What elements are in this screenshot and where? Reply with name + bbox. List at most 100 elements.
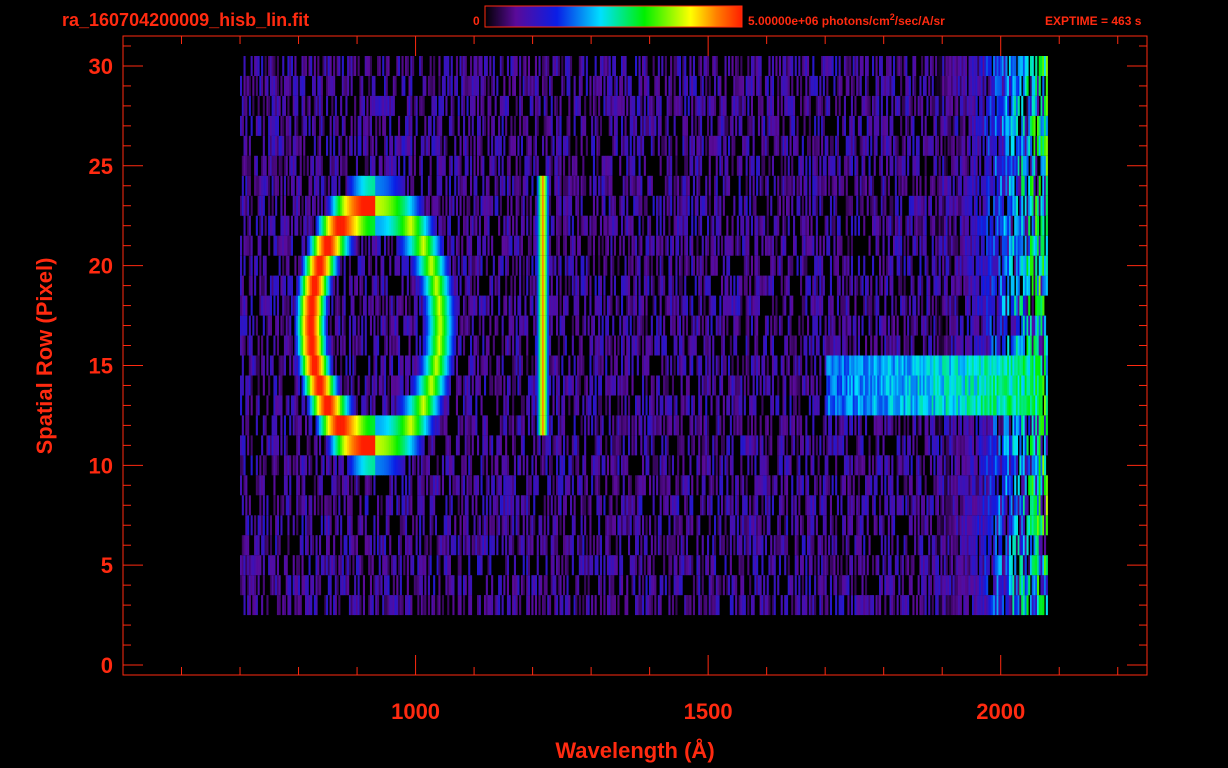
heatmap-cell — [520, 575, 523, 596]
heatmap-cell — [464, 395, 467, 416]
heatmap-cell — [326, 495, 329, 516]
heatmap-cell — [262, 295, 265, 316]
heatmap-cell — [269, 515, 272, 536]
heatmap-cell — [566, 295, 569, 316]
heatmap-cell — [278, 535, 281, 556]
heatmap-cell — [742, 575, 745, 596]
heatmap-cell — [842, 375, 845, 396]
heatmap-cell — [917, 575, 920, 596]
heatmap-cell — [375, 375, 378, 396]
heatmap-cell — [420, 455, 423, 476]
heatmap-cell — [536, 355, 539, 376]
heatmap-cell — [312, 275, 315, 296]
heatmap-cell — [292, 515, 295, 536]
heatmap-cell — [1000, 275, 1003, 296]
heatmap-cell — [491, 275, 494, 296]
heatmap-cell — [310, 295, 313, 316]
heatmap-cell — [357, 375, 360, 396]
heatmap-cell — [819, 575, 822, 596]
heatmap-cell — [993, 355, 996, 376]
heatmap-cell — [1008, 515, 1011, 536]
heatmap-cell — [859, 515, 862, 536]
heatmap-cell — [326, 315, 329, 336]
heatmap-cell — [305, 455, 308, 476]
heatmap-cell — [847, 395, 850, 416]
heatmap-cell — [701, 455, 704, 476]
heatmap-cell — [615, 535, 618, 556]
heatmap-cell — [1038, 435, 1041, 456]
heatmap-cell — [1026, 535, 1029, 556]
heatmap-cell — [924, 595, 927, 616]
heatmap-cell — [743, 495, 746, 516]
heatmap-cell — [984, 555, 987, 576]
heatmap-cell — [810, 535, 813, 556]
heatmap-cell — [800, 435, 803, 456]
heatmap-cell — [924, 555, 927, 576]
heatmap-cell — [980, 495, 983, 516]
heatmap-cell — [389, 535, 392, 556]
heatmap-cell — [680, 515, 683, 536]
heatmap-cell — [901, 295, 904, 316]
heatmap-cell — [815, 435, 818, 456]
heatmap-cell — [905, 455, 908, 476]
heatmap-cell — [247, 435, 250, 456]
heatmap-cell — [550, 275, 553, 296]
heatmap-cell — [794, 355, 797, 376]
heatmap-cell — [626, 295, 629, 316]
heatmap-cell — [952, 315, 955, 336]
heatmap-cell — [575, 295, 578, 316]
heatmap-cell — [728, 495, 731, 516]
heatmap-cell — [320, 475, 323, 496]
heatmap-cell — [1040, 395, 1043, 416]
heatmap-cell — [766, 575, 769, 596]
heatmap-cell — [405, 495, 408, 516]
heatmap-cell — [650, 535, 653, 556]
heatmap-cell — [336, 335, 339, 356]
heatmap-cell — [910, 395, 913, 416]
heatmap-cell — [819, 435, 822, 456]
heatmap-cell — [294, 415, 297, 436]
heatmap-cell — [603, 495, 606, 516]
heatmap-cell — [373, 575, 376, 596]
heatmap-cell — [917, 295, 920, 316]
heatmap-cell — [645, 535, 648, 556]
heatmap-cell — [338, 375, 341, 396]
heatmap-cell — [613, 555, 616, 576]
heatmap-cell — [1005, 315, 1008, 336]
heatmap-cell — [1045, 575, 1048, 596]
heatmap-cell — [952, 335, 955, 356]
heatmap-cell — [320, 495, 323, 516]
heatmap-cell — [550, 535, 553, 556]
heatmap-cell — [784, 395, 787, 416]
heatmap-cell — [794, 495, 797, 516]
heatmap-cell — [405, 595, 408, 616]
heatmap-cell — [657, 515, 660, 536]
heatmap-cell — [327, 555, 330, 576]
heatmap-cell — [912, 335, 915, 356]
heatmap-cell — [840, 555, 843, 576]
heatmap-cell — [368, 355, 371, 376]
heatmap-cell — [956, 315, 959, 336]
heatmap-cell — [424, 355, 427, 376]
heatmap-cell — [440, 295, 443, 316]
heatmap-cell — [559, 275, 562, 296]
heatmap-cell — [373, 515, 376, 536]
heatmap-cell — [689, 415, 692, 436]
heatmap-cell — [798, 375, 801, 396]
heatmap-cell — [545, 575, 548, 596]
heatmap-cell — [782, 495, 785, 516]
heatmap-cell — [347, 495, 350, 516]
heatmap-cell — [968, 495, 971, 516]
heatmap-cell — [789, 315, 792, 336]
heatmap-cell — [770, 535, 773, 556]
heatmap-cell — [315, 575, 318, 596]
heatmap-cell — [312, 535, 315, 556]
heatmap-cell — [628, 435, 631, 456]
heatmap-cell — [262, 455, 265, 476]
heatmap-cell — [619, 435, 622, 456]
heatmap-cell — [526, 315, 529, 336]
heatmap-cell — [928, 535, 931, 556]
heatmap-cell — [240, 315, 243, 336]
heatmap-cell — [326, 295, 329, 316]
heatmap-cell — [812, 515, 815, 536]
